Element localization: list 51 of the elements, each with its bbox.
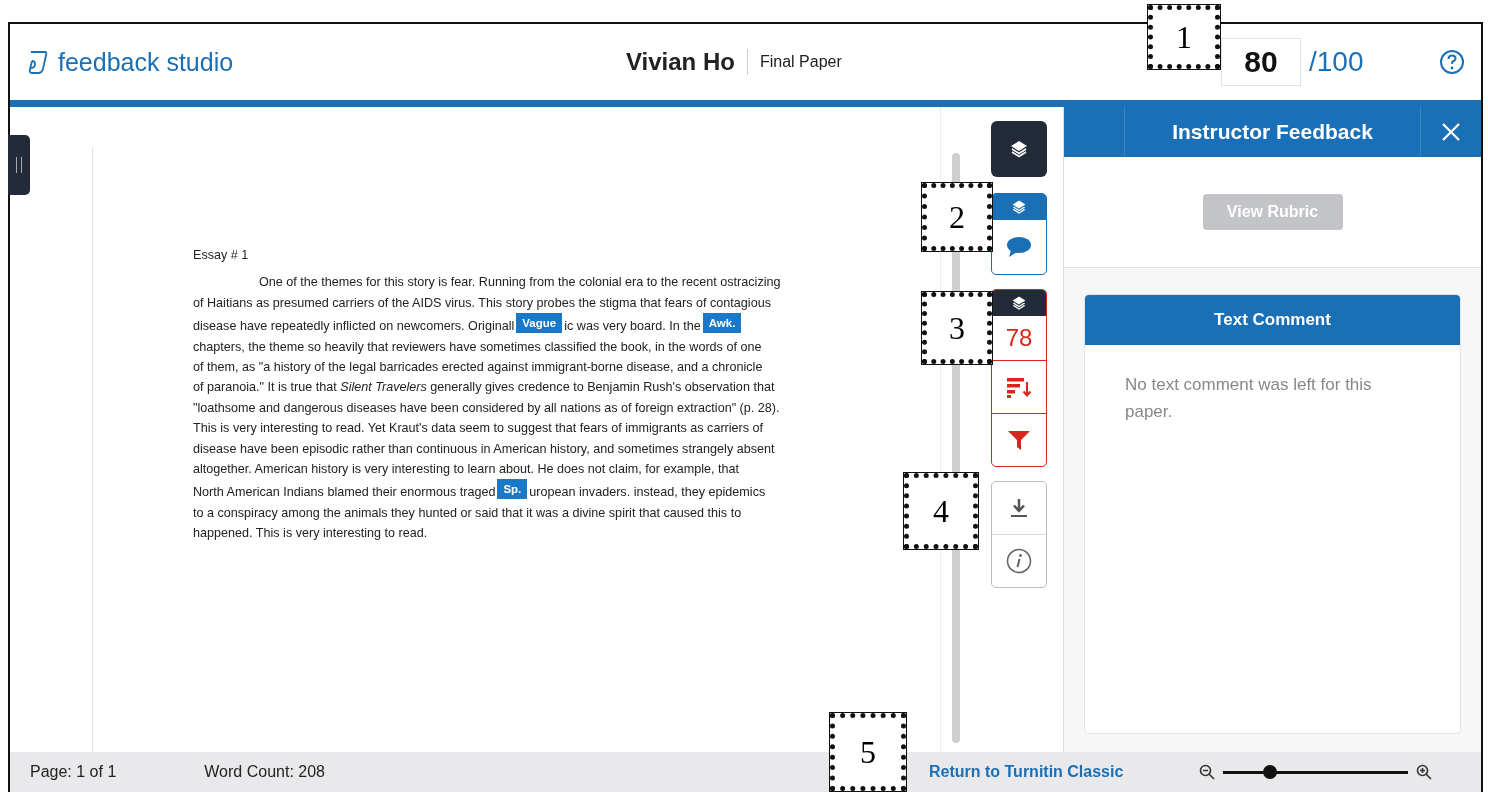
callout-label: 3 <box>922 292 992 364</box>
return-link[interactable]: Return to Turnitin Classic <box>928 763 1124 781</box>
essay-text: ic was very board. In the <box>564 319 701 334</box>
layers-icon[interactable] <box>1011 295 1027 311</box>
essay-text: disease have been episodic rather than continuous in American history, and sometimes strangely absent <box>193 441 775 456</box>
essay-text: "loathsome and dangerous diseases have been considered by all nations as of foreign extraction" (p. 28). <box>193 400 780 415</box>
score-total: /100 <box>1309 46 1365 78</box>
comment-text: No text comment was left for this paper. <box>1125 374 1373 423</box>
assignment-title: Final Paper <box>759 53 842 71</box>
layers-icon <box>1009 139 1029 159</box>
layers-button[interactable] <box>991 121 1047 177</box>
student-name: Vivian Ho <box>626 48 735 76</box>
panel-title: Instructor Feedback <box>1124 107 1421 157</box>
essay-text: of Haitians as presumed carriers of the AIDS virus. This story probes the stigma that fears of contagious <box>193 295 771 310</box>
essay-text: North American Indians blamed their enormous traged <box>193 485 496 500</box>
score-field[interactable]: 80 <box>1221 38 1301 86</box>
quickmark-tag[interactable]: Sp. <box>497 479 528 500</box>
essay-text: to a conspiracy among the animals they hunted or said that it was a divine spirit that caused this to <box>193 505 742 520</box>
logo-text: feedback studio <box>58 47 234 77</box>
close-icon <box>1441 122 1461 142</box>
card-title: Text Comment <box>1085 295 1460 345</box>
quickmark-tag[interactable]: Awk. <box>702 313 742 334</box>
callout-label: 4 <box>904 473 978 549</box>
zoom-out-icon[interactable] <box>1199 764 1216 780</box>
callout-label: 1 <box>1148 5 1220 69</box>
logo-icon <box>26 49 50 75</box>
essay-text: This is very interesting to read. Yet Kraut's data seem to suggest that fears of immigrants as carriers of <box>193 421 764 436</box>
callout-label: 2 <box>922 183 992 251</box>
zoom-in-icon[interactable] <box>1416 764 1433 780</box>
callout-label: 5 <box>830 713 906 791</box>
page-count: Page: 1 of 1 <box>30 763 117 781</box>
essay-text: altogether. American history is very interesting to learn about. He does not claim, for example, that <box>193 462 739 477</box>
essay-title: Essay # 1 <box>193 247 250 264</box>
essay-text: of paranoia." It is true that Silent Travelers generally gives credence to Benjamin Rush's observation that <box>193 380 775 395</box>
word-count: Word Count: 208 <box>204 763 325 781</box>
similarity-score[interactable]: 78 <box>1005 324 1033 352</box>
comment-icon[interactable] <box>1006 236 1032 258</box>
essay-text: uropean invaders. instead, they epidemics <box>529 485 766 500</box>
filter-icon[interactable] <box>1007 429 1031 451</box>
download-icon[interactable] <box>1009 497 1029 519</box>
sidebar-handle[interactable] <box>8 135 30 195</box>
sort-icon[interactable] <box>1006 376 1032 398</box>
essay-text: happened. This is very interesting to read. <box>193 526 428 541</box>
info-icon[interactable] <box>1006 548 1032 574</box>
essay-text: disease have repeatedly inflicted on newcomers. Originall <box>193 319 515 334</box>
essay-text: chapters, the theme so heavily that reviewers have sometimes classified the book, in the words of one <box>193 339 762 354</box>
quickmark-tag[interactable]: Vague <box>516 313 563 334</box>
zoom-thumb[interactable] <box>1262 765 1277 779</box>
essay-text: One of the themes for this story is fear. Running from the colonial era to the recent ostracizing <box>259 275 781 290</box>
essay-text: of them, as "a history of the legal barricades erected against immigrant-borne disease, and a chronicle <box>193 360 763 375</box>
help-icon[interactable] <box>1439 49 1465 75</box>
